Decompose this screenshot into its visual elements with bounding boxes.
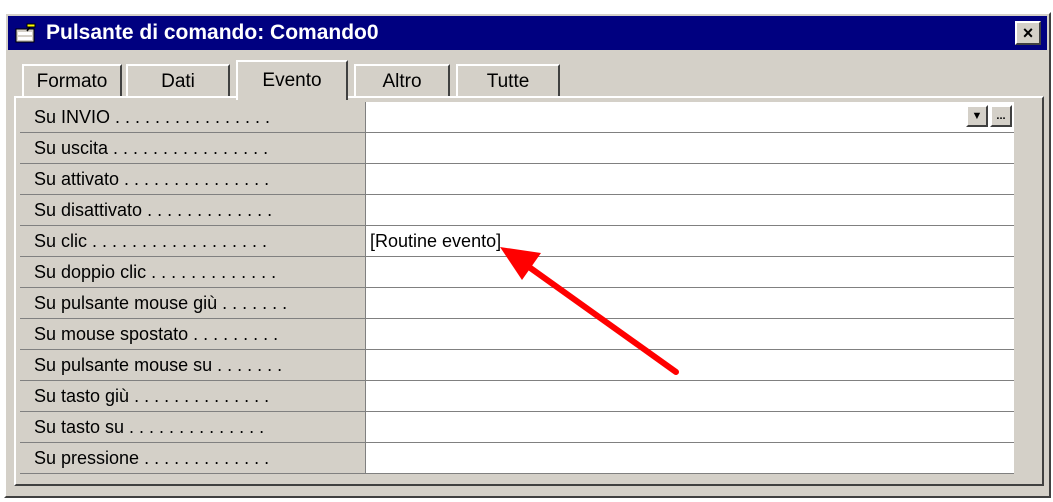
tab-strip: Formato Dati Evento Altro Tutte bbox=[14, 56, 614, 100]
property-value-field[interactable] bbox=[366, 443, 1014, 473]
tab-dati[interactable]: Dati bbox=[126, 64, 230, 98]
tab-label: Tutte bbox=[486, 71, 530, 92]
property-label: Su uscita . . . . . . . . . . . . . . . … bbox=[20, 133, 365, 163]
property-label: Su doppio clic . . . . . . . . . . . . . bbox=[20, 257, 365, 287]
property-row-su-pulsante-mouse-su: Su pulsante mouse su . . . . . . . bbox=[20, 350, 1014, 380]
property-row-su-invio: Su INVIO . . . . . . . . . . . . . . . .… bbox=[20, 102, 1014, 132]
tab-altro[interactable]: Altro bbox=[354, 64, 450, 98]
property-label: Su disattivato . . . . . . . . . . . . . bbox=[20, 195, 365, 225]
command-button-properties-icon bbox=[14, 22, 38, 44]
close-icon: × bbox=[1022, 23, 1034, 43]
property-label: Su tasto giù . . . . . . . . . . . . . . bbox=[20, 381, 365, 411]
property-value-field[interactable] bbox=[366, 381, 1014, 411]
title-bar[interactable]: Pulsante di comando: Comando0 × bbox=[8, 16, 1047, 50]
property-value-field[interactable]: ▼ ... bbox=[366, 102, 1014, 132]
tab-label: Dati bbox=[161, 71, 195, 92]
property-value-field[interactable] bbox=[366, 195, 1014, 225]
property-label: Su pulsante mouse su . . . . . . . bbox=[20, 350, 365, 380]
property-label: Su attivato . . . . . . . . . . . . . . … bbox=[20, 164, 365, 194]
ellipsis-icon: ... bbox=[996, 109, 1006, 122]
property-label: Su INVIO . . . . . . . . . . . . . . . . bbox=[20, 102, 365, 132]
property-value-field[interactable] bbox=[366, 288, 1014, 318]
window-title: Pulsante di comando: Comando0 bbox=[46, 21, 379, 44]
close-button[interactable]: × bbox=[1015, 21, 1041, 45]
row-buttons: ▼ ... bbox=[966, 105, 1012, 127]
dropdown-button[interactable]: ▼ bbox=[966, 105, 988, 127]
property-row-su-tasto-su: Su tasto su . . . . . . . . . . . . . . bbox=[20, 412, 1014, 442]
property-row-su-attivato: Su attivato . . . . . . . . . . . . . . … bbox=[20, 164, 1014, 194]
property-row-su-mouse-spostato: Su mouse spostato . . . . . . . . . bbox=[20, 319, 1014, 349]
property-grid: Su INVIO . . . . . . . . . . . . . . . .… bbox=[20, 102, 1014, 474]
property-row-su-disattivato: Su disattivato . . . . . . . . . . . . . bbox=[20, 195, 1014, 225]
property-value-field[interactable] bbox=[366, 164, 1014, 194]
property-label: Su pressione . . . . . . . . . . . . . bbox=[20, 443, 365, 473]
tab-evento[interactable]: Evento bbox=[236, 60, 348, 100]
property-sheet-window: Pulsante di comando: Comando0 × Formato … bbox=[4, 12, 1051, 498]
tab-label: Formato bbox=[36, 71, 108, 92]
property-label: Su clic . . . . . . . . . . . . . . . . … bbox=[20, 226, 365, 256]
property-row-su-pressione: Su pressione . . . . . . . . . . . . . bbox=[20, 443, 1014, 473]
tab-tutte[interactable]: Tutte bbox=[456, 64, 560, 98]
property-label: Su tasto su . . . . . . . . . . . . . . bbox=[20, 412, 365, 442]
property-label: Su pulsante mouse giù . . . . . . . bbox=[20, 288, 365, 318]
tab-formato[interactable]: Formato bbox=[22, 64, 122, 98]
property-label: Su mouse spostato . . . . . . . . . bbox=[20, 319, 365, 349]
property-value-field[interactable] bbox=[366, 412, 1014, 442]
dropdown-arrow-icon: ▼ bbox=[971, 109, 983, 122]
property-value-field[interactable] bbox=[366, 319, 1014, 349]
property-value-field[interactable]: [Routine evento] bbox=[366, 226, 1014, 256]
property-row-su-uscita: Su uscita . . . . . . . . . . . . . . . … bbox=[20, 133, 1014, 163]
property-value-field[interactable] bbox=[366, 350, 1014, 380]
property-value-field[interactable] bbox=[366, 257, 1014, 287]
property-row-su-tasto-giu: Su tasto giù . . . . . . . . . . . . . . bbox=[20, 381, 1014, 411]
builder-button[interactable]: ... bbox=[990, 105, 1012, 127]
event-properties-panel: Su INVIO . . . . . . . . . . . . . . . .… bbox=[14, 96, 1044, 486]
property-row-su-clic: Su clic . . . . . . . . . . . . . . . . … bbox=[20, 226, 1014, 256]
property-row-su-pulsante-mouse-giu: Su pulsante mouse giù . . . . . . . bbox=[20, 288, 1014, 318]
tab-label: Altro bbox=[382, 71, 422, 92]
property-value-field[interactable] bbox=[366, 133, 1014, 163]
property-row-su-doppio-clic: Su doppio clic . . . . . . . . . . . . . bbox=[20, 257, 1014, 287]
tab-label: Evento bbox=[262, 70, 322, 91]
